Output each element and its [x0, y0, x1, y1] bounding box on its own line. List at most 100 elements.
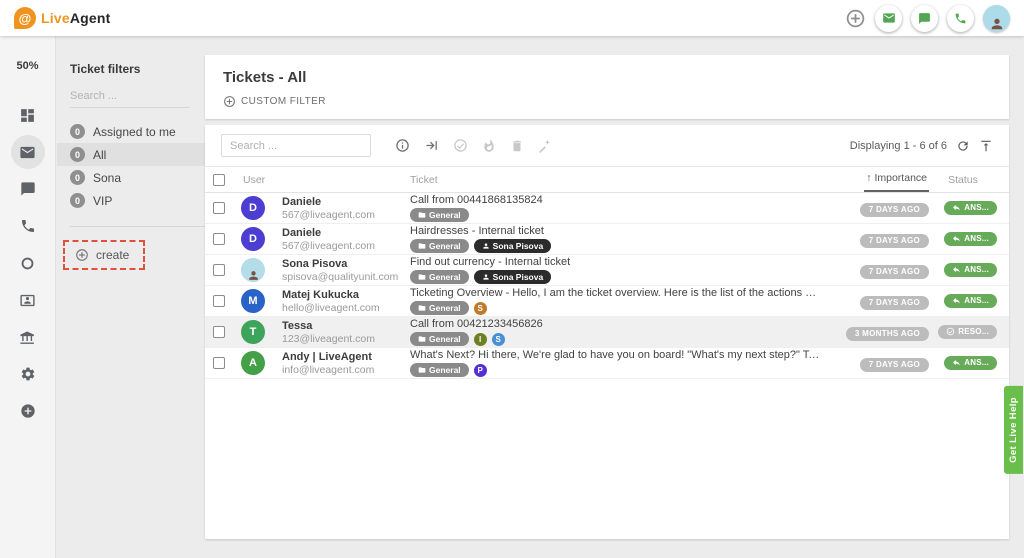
reply-icon	[952, 203, 961, 212]
calls-icon[interactable]	[11, 209, 45, 243]
tickets-toolbar: Displaying 1 - 6 of 6	[205, 133, 1009, 167]
status-badge: ANS...	[944, 356, 997, 370]
tickets-icon[interactable]	[11, 135, 45, 169]
agent-avatar[interactable]	[983, 5, 1010, 32]
user-email: info@liveagent.com	[282, 364, 410, 376]
ticket-subject: What's Next? Hi there, We're glad to hav…	[410, 349, 821, 362]
status-badge: ANS...	[944, 232, 997, 246]
upgrade-plus-icon[interactable]	[11, 394, 45, 428]
avatar: T	[241, 320, 265, 344]
status-badge: ANS...	[944, 263, 997, 277]
chats-icon[interactable]	[11, 172, 45, 206]
folder-icon	[418, 211, 426, 219]
resolve-icon[interactable]	[453, 138, 468, 153]
column-status[interactable]: Status	[948, 174, 978, 186]
dashboard-icon[interactable]	[11, 98, 45, 132]
folder-icon	[418, 335, 426, 343]
sort-arrow-icon: ↑	[866, 172, 871, 184]
filter-item-assigned-to-me[interactable]: 0 Assigned to me	[57, 120, 205, 143]
department-badge: General	[410, 332, 469, 346]
filter-list: 0 Assigned to me 0 All 0 Sona 0 VIP	[57, 120, 205, 212]
filter-count-badge: 0	[70, 170, 85, 185]
folder-icon	[418, 273, 426, 281]
avatar-photo	[241, 258, 265, 282]
row-checkbox[interactable]	[213, 357, 225, 369]
new-call-button[interactable]	[947, 5, 974, 32]
user-name: Sona Pisova	[282, 258, 410, 271]
liveagent-logo[interactable]: @ LiveAgent	[14, 7, 111, 29]
ticket-filters-panel: Ticket filters 0 Assigned to me 0 All 0 …	[57, 36, 205, 558]
person-icon	[482, 273, 490, 281]
department-badge: General	[410, 239, 469, 253]
column-user[interactable]: User	[241, 174, 410, 186]
department-badge: General	[410, 270, 469, 284]
table-row[interactable]: D Daniele 567@liveagent.com Call from 00…	[205, 193, 1009, 224]
importance-badge: 7 DAYS AGO	[860, 265, 929, 279]
person-icon	[482, 242, 490, 250]
table-header: User Ticket ↑Importance Status	[205, 167, 1009, 193]
filters-search-input[interactable]	[70, 86, 190, 108]
topbar: @ LiveAgent	[0, 0, 1024, 36]
importance-badge: 3 MONTHS AGO	[846, 327, 929, 341]
user-name: Andy | LiveAgent	[282, 351, 410, 364]
assigned-agent-badge: Sona Pisova	[474, 270, 552, 284]
ticket-subject: Ticketing Overview - Hello, I am the tic…	[410, 287, 821, 300]
table-row[interactable]: M Matej Kukucka hello@liveagent.com Tick…	[205, 286, 1009, 317]
filter-count-badge: 0	[70, 147, 85, 162]
phone-icon	[954, 12, 967, 25]
importance-badge: 7 DAYS AGO	[860, 296, 929, 310]
user-name: Daniele	[282, 196, 410, 209]
filter-item-vip[interactable]: 0 VIP	[57, 189, 205, 212]
user-name: Daniele	[282, 227, 410, 240]
table-row[interactable]: Sona Pisova spisova@qualityunit.com Find…	[205, 255, 1009, 286]
row-checkbox[interactable]	[213, 295, 225, 307]
column-ticket[interactable]: Ticket	[410, 174, 829, 186]
add-new-icon[interactable]	[845, 8, 866, 29]
avatar: M	[241, 289, 265, 313]
row-checkbox[interactable]	[213, 202, 225, 214]
availability-percent[interactable]: 50%	[16, 60, 38, 72]
new-email-button[interactable]	[875, 5, 902, 32]
flame-icon[interactable]	[482, 139, 496, 153]
row-checkbox[interactable]	[213, 233, 225, 245]
divider	[70, 226, 205, 227]
plus-circle-icon	[223, 95, 236, 108]
table-row[interactable]: D Daniele 567@liveagent.com Hairdresses …	[205, 224, 1009, 255]
gear-icon[interactable]	[11, 357, 45, 391]
status-badge: RESO...	[938, 325, 997, 339]
left-rail: 50%	[0, 36, 56, 558]
row-checkbox[interactable]	[213, 326, 225, 338]
row-checkbox[interactable]	[213, 264, 225, 276]
new-chat-button[interactable]	[911, 5, 938, 32]
filters-title: Ticket filters	[70, 62, 205, 76]
info-icon[interactable]	[395, 138, 410, 153]
contact-card-icon[interactable]	[11, 283, 45, 317]
plus-circle-icon	[75, 248, 89, 262]
refresh-icon[interactable]	[956, 139, 970, 153]
avatar: D	[241, 196, 265, 220]
select-all-checkbox[interactable]	[213, 174, 225, 186]
list-meta: Displaying 1 - 6 of 6	[850, 139, 993, 153]
tag-dot: P	[474, 364, 487, 377]
transfer-icon[interactable]	[424, 138, 439, 153]
bank-icon[interactable]	[11, 320, 45, 354]
column-importance[interactable]: ↑Importance	[864, 167, 929, 192]
trash-icon[interactable]	[510, 139, 524, 153]
avatar: D	[241, 227, 265, 251]
table-row[interactable]: A Andy | LiveAgent info@liveagent.com Wh…	[205, 348, 1009, 379]
filter-count-badge: 0	[70, 193, 85, 208]
table-row[interactable]: T Tessa 123@liveagent.com Call from 0042…	[205, 317, 1009, 348]
ring-icon[interactable]	[11, 246, 45, 280]
wand-icon[interactable]	[538, 139, 552, 153]
create-filter-button[interactable]: create	[63, 240, 145, 270]
user-email: hello@liveagent.com	[282, 302, 410, 314]
custom-filter-button[interactable]: CUSTOM FILTER	[223, 95, 326, 108]
department-badge: General	[410, 301, 469, 315]
filter-item-sona[interactable]: 0 Sona	[57, 166, 205, 189]
scroll-top-icon[interactable]	[979, 139, 993, 153]
tickets-search-input[interactable]	[221, 134, 371, 157]
ticket-subject: Call from 00421233456826	[410, 318, 821, 331]
get-live-help-tab[interactable]: Get Live Help	[1004, 386, 1023, 474]
filter-item-all[interactable]: 0 All	[57, 143, 205, 166]
logo-text: LiveAgent	[41, 10, 111, 26]
